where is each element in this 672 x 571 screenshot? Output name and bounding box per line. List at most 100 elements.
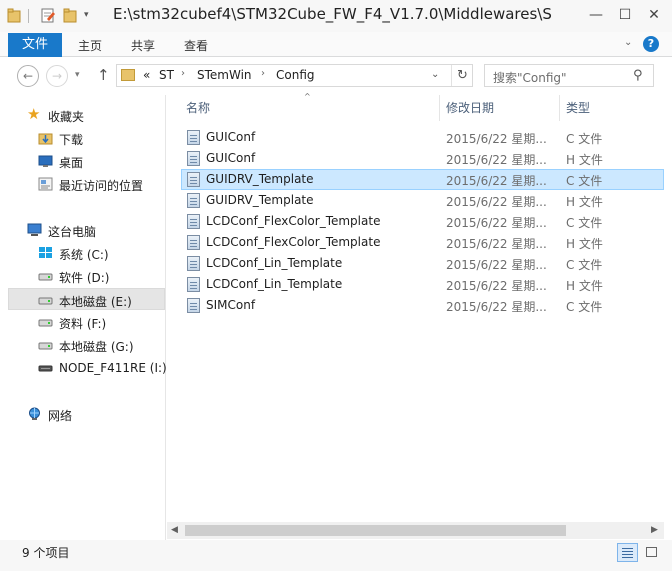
sidebar-item-desktop[interactable]: 桌面 [8,150,165,172]
refresh-icon[interactable]: ↻ [451,65,473,86]
file-date: 2015/6/22 星期... [446,195,547,209]
recent-places-icon [38,177,53,191]
column-header-type[interactable]: 类型 [566,95,656,121]
list-item[interactable]: LCDConf_FlexColor_Template 2015/6/22 星期.… [181,211,664,232]
computer-icon [27,223,42,237]
status-bar: 9 个项目 [0,540,672,571]
breadcrumb-item-st[interactable]: ST [159,68,174,82]
file-name: GUIConf [206,151,256,165]
sidebar-item-label: 软件 (D:) [59,271,110,285]
back-button[interactable]: ← [17,65,39,87]
list-item[interactable]: LCDConf_Lin_Template 2015/6/22 星期... H 文… [181,274,664,295]
new-folder-icon[interactable] [63,7,77,23]
sidebar-item-drive-e[interactable]: 本地磁盘 (E:) [8,288,165,310]
main-area: ★ 收藏夹 下载 桌面 最近访问的位置 这台电脑 系统 (C:) 软件 (D:) [0,92,672,540]
list-item[interactable]: GUIDRV_Template 2015/6/22 星期... H 文件 [181,190,664,211]
sidebar-item-drive-g[interactable]: 本地磁盘 (G:) [8,334,165,356]
file-type: H 文件 [566,153,603,167]
details-view-button[interactable] [617,543,638,562]
up-button[interactable]: ↑ [97,66,110,84]
address-history-dropdown-icon[interactable]: ⌄ [431,69,439,80]
navigation-bar: ← → ▾ ↑ « ST › STemWin › Config ⌄ ↻ 搜索"C… [0,57,672,95]
column-header-date[interactable]: 修改日期 [446,95,556,121]
download-folder-icon [38,131,53,145]
maximize-button[interactable]: ☐ [611,4,639,26]
breadcrumb-overflow[interactable]: « [143,68,150,82]
file-date: 2015/6/22 星期... [446,279,547,293]
list-item[interactable]: GUIConf 2015/6/22 星期... C 文件 [181,127,664,148]
quick-access-separator [28,9,29,23]
large-icons-view-button[interactable] [641,543,662,562]
file-date: 2015/6/22 星期... [446,237,547,251]
minimize-button[interactable]: — [582,4,610,26]
windows-drive-icon [38,246,53,260]
file-name: SIMConf [206,298,256,312]
search-input[interactable]: 搜索"Config" ⚲ [484,64,654,87]
title-bar: ▾ E:\stm32cubef4\STM32Cube_FW_F4_V1.7.0\… [0,0,672,32]
horizontal-scrollbar[interactable]: ◀ ▶ [167,522,664,539]
file-date: 2015/6/22 星期... [446,216,547,230]
list-item[interactable]: SIMConf 2015/6/22 星期... C 文件 [181,295,664,316]
scroll-right-icon[interactable]: ▶ [651,525,658,535]
column-header-name[interactable]: 名称 [186,95,436,121]
file-date: 2015/6/22 星期... [446,174,547,188]
sidebar-item-drive-d[interactable]: 软件 (D:) [8,265,165,287]
list-item[interactable]: GUIConf 2015/6/22 星期... H 文件 [181,148,664,169]
h-file-icon [187,193,200,208]
column-separator[interactable] [439,95,440,121]
file-name: GUIConf [206,130,256,144]
list-item[interactable]: LCDConf_FlexColor_Template 2015/6/22 星期.… [181,232,664,253]
sidebar-item-this-pc[interactable]: 这台电脑 [8,219,165,241]
tab-file[interactable]: 文件 [8,33,62,57]
file-type: C 文件 [566,258,603,272]
file-name: LCDConf_FlexColor_Template [206,235,381,249]
folder-icon [121,69,135,81]
file-name: GUIDRV_Template [206,172,314,186]
sidebar-item-network[interactable]: 网络 [8,403,165,425]
folder-app-icon[interactable] [7,7,21,23]
sidebar-item-recent-places[interactable]: 最近访问的位置 [8,173,165,195]
sidebar-item-drive-i[interactable]: NODE_F411RE (I:) [8,357,167,379]
file-date: 2015/6/22 星期... [446,300,547,314]
tab-home[interactable]: 主页 [78,37,102,54]
sidebar-item-drive-f[interactable]: 资料 (F:) [8,311,165,333]
sidebar-item-label: 最近访问的位置 [59,179,144,193]
customize-quick-access-icon[interactable]: ▾ [84,10,98,26]
drive-icon [38,269,53,283]
file-type: H 文件 [566,237,603,251]
address-bar[interactable]: « ST › STemWin › Config ⌄ ↻ [116,64,473,87]
breadcrumb-chevron-icon[interactable]: › [181,68,185,79]
breadcrumb-item-config[interactable]: Config [276,68,315,82]
recent-locations-dropdown-icon[interactable]: ▾ [75,70,80,80]
sidebar-item-label: 本地磁盘 (G:) [59,340,134,354]
file-name: LCDConf_Lin_Template [206,277,343,291]
breadcrumb-chevron-icon[interactable]: › [261,68,265,79]
list-item[interactable]: LCDConf_Lin_Template 2015/6/22 星期... C 文… [181,253,664,274]
tab-share[interactable]: 共享 [131,37,155,54]
help-icon[interactable]: ? [643,36,659,52]
file-type: H 文件 [566,195,603,209]
h-file-icon [187,235,200,250]
close-button[interactable]: ✕ [640,4,668,26]
sidebar-item-drive-c[interactable]: 系统 (C:) [8,242,165,264]
scroll-left-icon[interactable]: ◀ [171,525,178,535]
drive-icon [38,293,53,307]
column-separator[interactable] [559,95,560,121]
h-file-icon [187,151,200,166]
sidebar-item-label: 收藏夹 [48,110,85,124]
search-icon[interactable]: ⚲ [633,68,643,83]
breadcrumb-item-stemwin[interactable]: STemWin [197,68,252,82]
properties-icon[interactable] [40,7,55,23]
desktop-icon [38,154,53,168]
sidebar-item-favorites[interactable]: ★ 收藏夹 [8,104,165,126]
forward-button[interactable]: → [46,65,68,87]
file-date: 2015/6/22 星期... [446,258,547,272]
scrollbar-thumb[interactable] [185,525,566,536]
sidebar-item-downloads[interactable]: 下载 [8,127,165,149]
star-icon: ★ [27,105,41,123]
list-item-selected[interactable]: GUIDRV_Template 2015/6/22 星期... C 文件 [181,169,664,190]
sidebar-item-label: 本地磁盘 (E:) [59,295,132,309]
expand-ribbon-icon[interactable]: ⌄ [624,37,632,48]
tab-view[interactable]: 查看 [184,37,208,54]
file-name: GUIDRV_Template [206,193,314,207]
